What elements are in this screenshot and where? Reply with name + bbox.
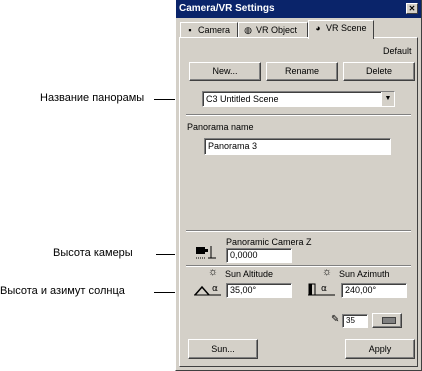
window-title: Camera/VR Settings (179, 3, 275, 14)
new-scene-button[interactable]: New... (189, 62, 261, 81)
camera-height-icon (194, 245, 218, 262)
tab-camera[interactable]: ▪ Camera (180, 22, 238, 38)
sun-altitude-label: Sun Altitude (225, 269, 274, 279)
sun-azimuth-icon: α (307, 281, 337, 300)
scene-select-value: C3 Untitled Scene (206, 94, 279, 104)
chevron-down-icon[interactable]: ▼ (381, 92, 394, 106)
panoramic-camera-z-label: Panoramic Camera Z (226, 237, 312, 247)
separator (186, 114, 411, 116)
panorama-name-label: Panorama name (187, 122, 254, 132)
scale-field[interactable]: 35 (342, 314, 368, 328)
tab-vr-object[interactable]: ◍ VR Object (238, 22, 308, 38)
rename-scene-button[interactable]: Rename (266, 62, 338, 81)
separator (186, 265, 411, 267)
pen-icon: ✎ (331, 314, 340, 325)
apply-button[interactable]: Apply (345, 339, 415, 359)
sun-altitude-icon: α (193, 281, 223, 300)
annotation-camera-height: Высота камеры (53, 247, 133, 259)
panorama-name-field[interactable]: Panorama 3 (204, 138, 391, 155)
svg-text:α: α (212, 284, 218, 294)
annotation-panorama-name: Название панорамы (40, 92, 145, 104)
svg-text:α: α (321, 284, 327, 294)
vr-object-icon: ◍ (244, 25, 252, 35)
camera-z-field[interactable]: 0,0000 (226, 248, 292, 263)
tab-vr-scene-label: VR Scene (326, 23, 367, 33)
sun-azimuth-field[interactable]: 240,00° (341, 283, 407, 298)
default-label: Default (383, 46, 412, 56)
sun-icon: ☼ (208, 266, 219, 278)
sun-azimuth-label: Sun Azimuth (339, 269, 390, 279)
scene-select[interactable]: C3 Untitled Scene ▼ (202, 91, 395, 107)
sun-button[interactable]: Sun... (188, 339, 258, 359)
annotation-sun-altitude-azimuth: Высота и азимут солнца (0, 285, 125, 297)
slider-thumb[interactable] (382, 317, 396, 324)
sun-altitude-field[interactable]: 35,00° (226, 283, 292, 298)
sun-icon: ☼ (322, 266, 333, 278)
close-button[interactable]: ✕ (406, 3, 418, 14)
tab-vr-object-label: VR Object (256, 25, 298, 35)
camera-vr-settings-dialog: Camera/VR Settings ✕ ▪ Camera ◍ VR Object … (175, 0, 422, 371)
title-bar[interactable]: Camera/VR Settings ✕ (176, 0, 421, 18)
separator (186, 230, 411, 232)
delete-scene-button[interactable]: Delete (343, 62, 415, 81)
scale-slider[interactable] (372, 313, 402, 328)
close-icon: ✕ (408, 4, 416, 13)
vr-scene-icon: ◕ (315, 23, 321, 33)
vr-scene-panel: Default New... Rename Delete C3 Untitled… (179, 37, 418, 367)
tab-camera-label: Camera (198, 25, 231, 35)
tab-vr-scene[interactable]: ◕ VR Scene (308, 20, 374, 39)
camera-icon: ▪ (188, 25, 192, 35)
